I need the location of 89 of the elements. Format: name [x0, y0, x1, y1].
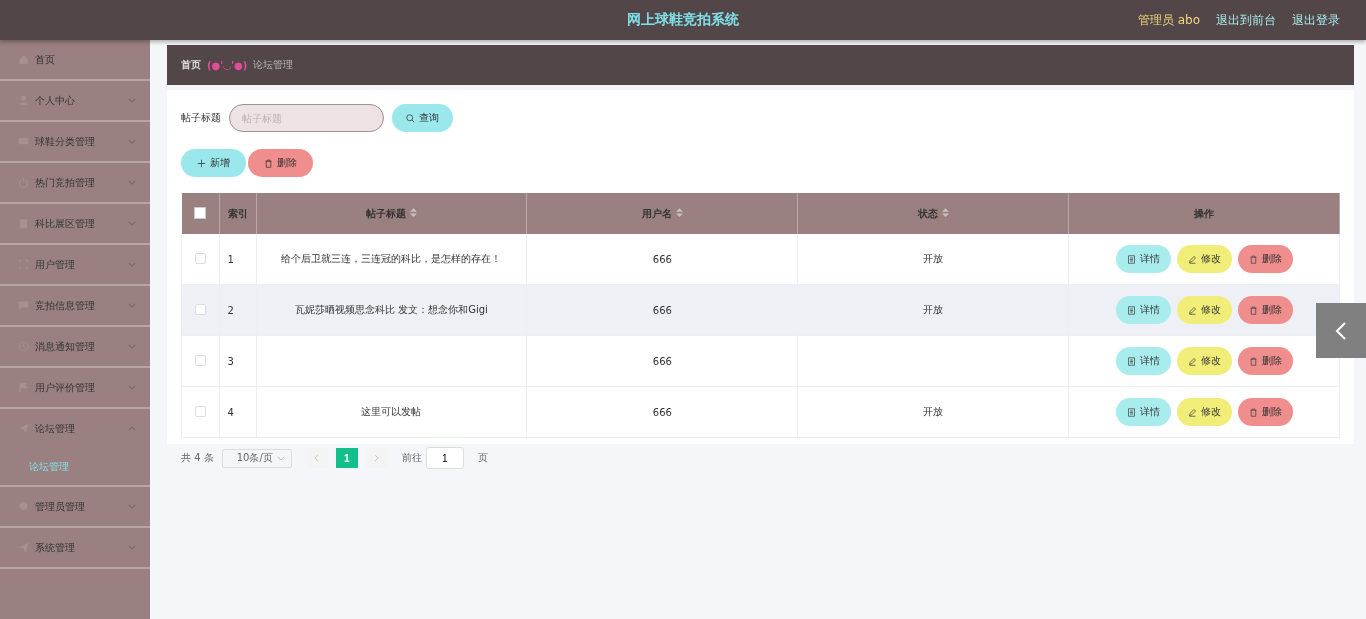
sidebar-item[interactable]: 竞拍信息管理: [0, 286, 150, 327]
table-cell: 2: [227, 304, 234, 316]
breadcrumb-current: 论坛管理: [253, 58, 294, 72]
sidebar-item[interactable]: 系统管理: [0, 528, 150, 569]
side-toggle-button[interactable]: [1316, 303, 1366, 358]
row-checkbox[interactable]: [194, 405, 206, 417]
sidebar-item[interactable]: 论坛管理: [0, 409, 150, 448]
trash-icon: [1248, 356, 1258, 366]
table-cell: 开放: [923, 406, 944, 417]
detail-button[interactable]: 详情: [1115, 398, 1171, 426]
row-checkbox[interactable]: [194, 354, 206, 366]
sidebar-item[interactable]: 热门竞拍管理: [0, 163, 150, 204]
table-cell: 瓦妮莎晒视频思念科比 发文：想念你和Gigi: [295, 304, 488, 315]
detail-button[interactable]: 详情: [1115, 347, 1171, 375]
column-header[interactable]: 用户名: [526, 193, 798, 234]
sidebar-item[interactable]: 用户管理: [0, 245, 150, 286]
edit-button[interactable]: 修改: [1176, 245, 1232, 273]
row-checkbox[interactable]: [194, 303, 206, 315]
table-cell: 666: [652, 304, 672, 316]
document-icon: [1126, 254, 1136, 264]
sidebar-item[interactable]: 球鞋分类管理: [0, 122, 150, 163]
breadcrumb-home[interactable]: 首页: [181, 58, 201, 72]
document-icon: [1126, 407, 1136, 417]
table-cell: 666: [652, 355, 672, 367]
sort-icon[interactable]: [409, 207, 417, 217]
edit-button[interactable]: 修改: [1176, 296, 1232, 324]
delete-button[interactable]: 删除: [1237, 398, 1293, 426]
trash-icon: [1248, 254, 1258, 264]
trash-icon: [264, 158, 273, 168]
edit-button[interactable]: 修改: [1176, 347, 1232, 375]
total-count: 共 4 条: [181, 451, 214, 465]
row-checkbox[interactable]: [194, 252, 206, 264]
table-cell: 3: [227, 355, 234, 367]
document-icon: [1126, 356, 1136, 366]
table-cell: 1: [227, 253, 234, 265]
admin-name: 管理员 abo: [1137, 11, 1200, 29]
sidebar-item[interactable]: 消息通知管理: [0, 327, 150, 368]
prev-page-button[interactable]: [305, 448, 328, 468]
goto-page-field[interactable]: 1: [425, 447, 464, 469]
trash-icon: [1248, 407, 1258, 417]
delete-button[interactable]: 删除: [1237, 245, 1293, 273]
table-cell: 这里可以发帖: [361, 406, 422, 417]
page-suffix: 页: [477, 451, 488, 465]
column-header[interactable]: 索引: [219, 193, 256, 234]
sidebar-item[interactable]: 个人中心: [0, 81, 150, 122]
pencil-icon: [1187, 356, 1197, 366]
search-button[interactable]: 查询: [392, 104, 453, 132]
search-icon: [406, 113, 415, 123]
pencil-icon: [1187, 254, 1197, 264]
app-title: 网上球鞋竞拍系统: [627, 11, 739, 29]
chevron-icon: [276, 455, 285, 461]
chevron-right-icon: [374, 454, 380, 462]
header-link[interactable]: 退出到前台: [1216, 11, 1276, 29]
chevron-left-icon: [314, 454, 320, 462]
sort-icon[interactable]: [941, 207, 949, 217]
delete-button[interactable]: 删除: [1237, 347, 1293, 375]
breadcrumb-separator: (●'◡'●): [207, 59, 248, 71]
delete-button[interactable]: 删除: [1237, 296, 1293, 324]
detail-button[interactable]: 详情: [1115, 296, 1171, 324]
trash-icon: [1248, 305, 1258, 315]
sort-icon[interactable]: [675, 207, 683, 217]
pencil-icon: [1187, 407, 1197, 417]
table-cell: 666: [652, 406, 672, 418]
table-cell: 666: [652, 253, 672, 265]
table-cell: 给个后卫就三连，三连冠的科比，是怎样的存在！: [281, 253, 502, 264]
goto-label: 前往: [401, 451, 422, 465]
pencil-icon: [1187, 305, 1197, 315]
edit-button[interactable]: 修改: [1176, 398, 1232, 426]
column-header[interactable]: 帖子标题: [256, 193, 527, 234]
header-link[interactable]: 退出登录: [1292, 11, 1340, 29]
table-cell: 开放: [923, 253, 944, 264]
detail-button[interactable]: 详情: [1115, 245, 1171, 273]
sidebar-item[interactable]: 管理员管理: [0, 487, 150, 528]
sidebar-item[interactable]: 首页: [0, 40, 150, 81]
search-label: 帖子标题: [181, 111, 221, 125]
column-header[interactable]: 操作: [1068, 193, 1340, 234]
chevron-left-icon: [1335, 320, 1347, 341]
table-cell: 开放: [923, 304, 944, 315]
delete-button[interactable]: 删除: [248, 149, 313, 177]
page-size-select[interactable]: 10条/页: [221, 448, 292, 468]
sidebar-item[interactable]: 用户评价管理: [0, 368, 150, 409]
select-all-checkbox[interactable]: [194, 206, 206, 219]
add-button[interactable]: 新增: [181, 149, 246, 177]
column-header[interactable]: 状态: [797, 193, 1069, 234]
sidebar-item[interactable]: 科比展区管理: [0, 204, 150, 245]
table-cell: 4: [227, 406, 234, 418]
next-page-button[interactable]: [365, 448, 388, 468]
document-icon: [1126, 305, 1136, 315]
plus-icon: [197, 158, 206, 168]
